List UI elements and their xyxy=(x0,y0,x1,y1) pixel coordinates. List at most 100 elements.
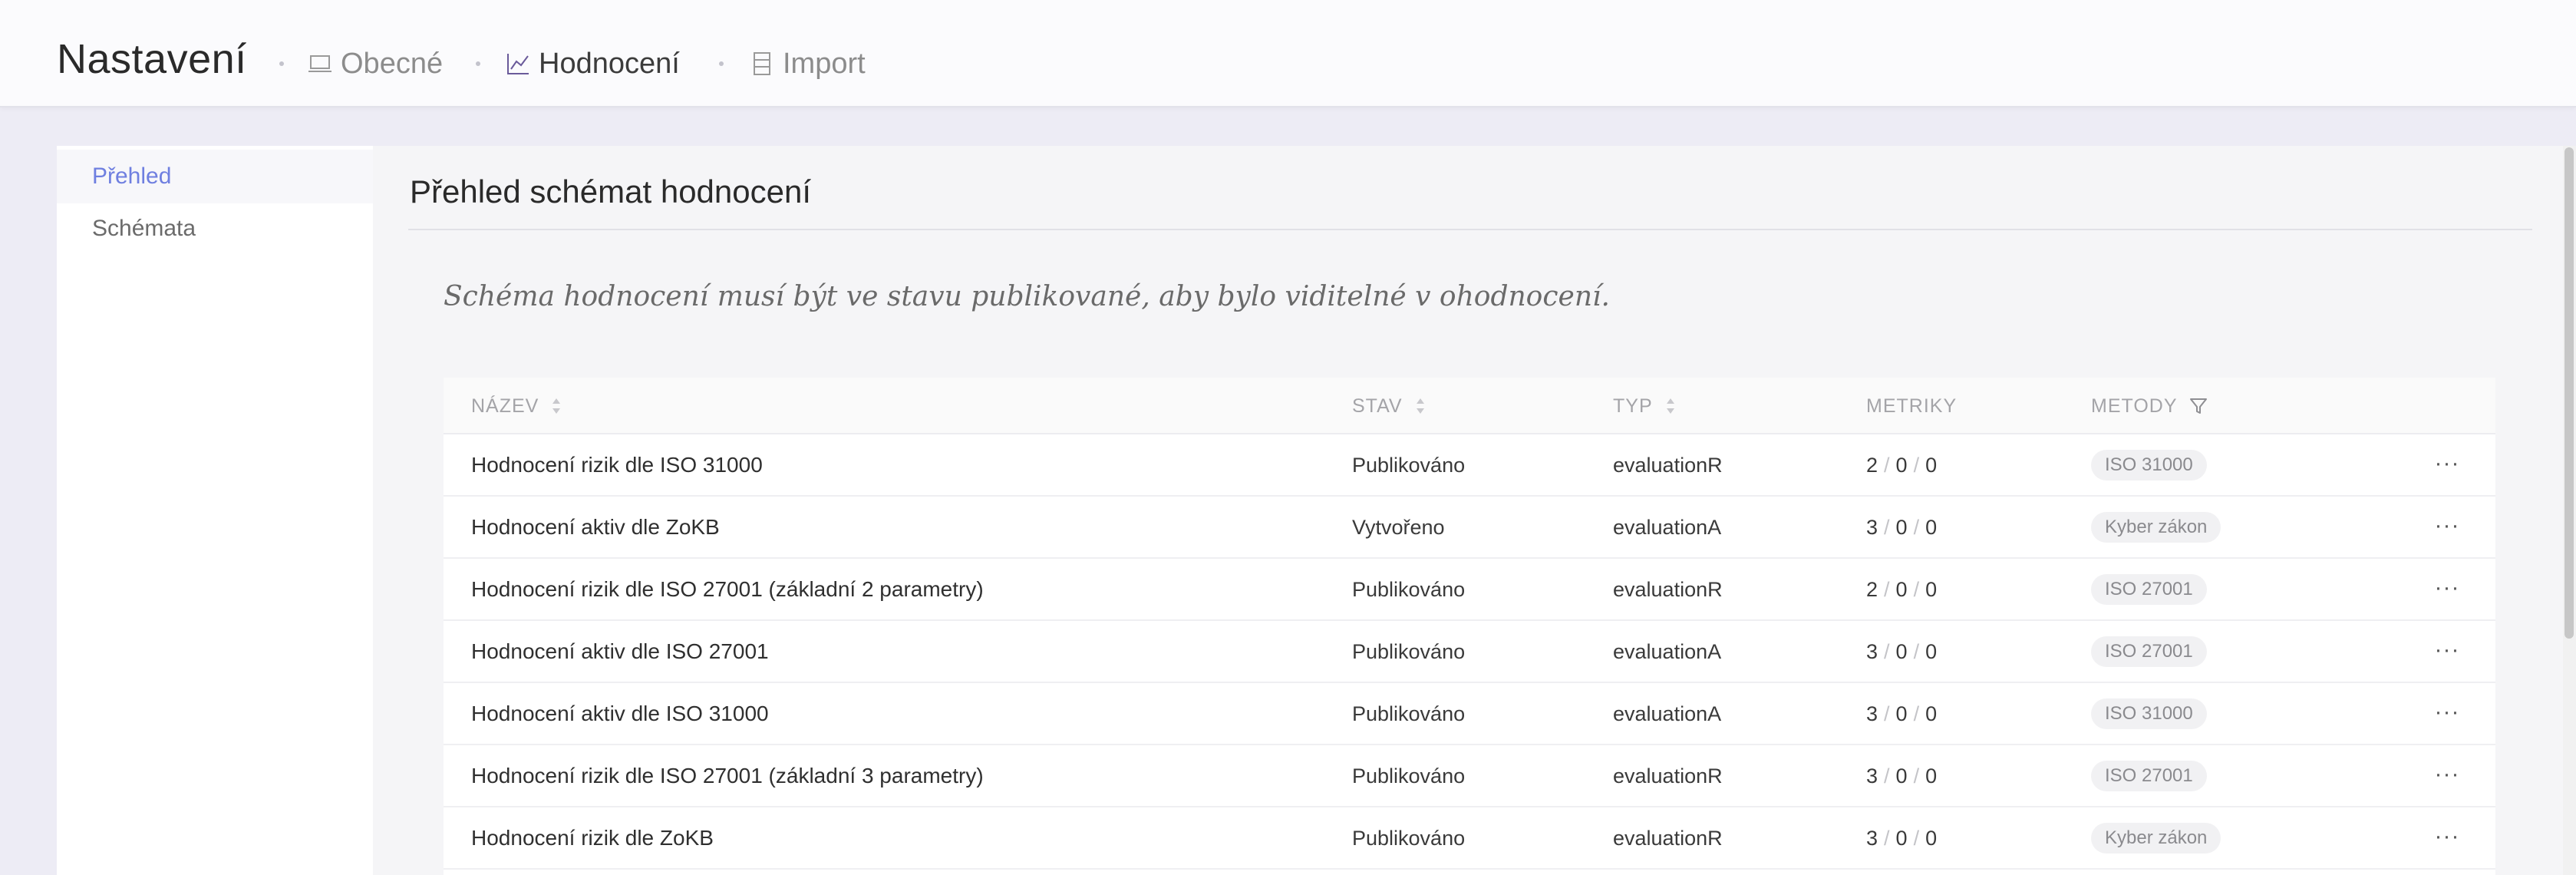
table-row[interactable]: Hodnocení rizik dle ZoKB Publikováno evalu… xyxy=(444,807,2495,870)
table-row[interactable]: Hodnocení rizik dle ISO 27001 (základní … xyxy=(444,559,2495,621)
metric-separator: / xyxy=(1884,702,1890,725)
cell-metrics: 3/0/0 xyxy=(1866,683,1937,745)
column-header-metrics: METRIKY xyxy=(1866,378,1957,434)
metric-value: 3 xyxy=(1866,640,1878,663)
server-icon xyxy=(754,52,770,75)
table-header: NÁZEV STAV TYP METRIKY METODY xyxy=(444,378,2495,434)
nav-tab-hodnoceni[interactable]: Hodnocení xyxy=(505,45,680,83)
column-header-status[interactable]: STAV xyxy=(1352,378,1426,434)
line-chart-icon xyxy=(507,54,529,74)
more-actions-button[interactable]: ··· xyxy=(2428,434,2466,496)
more-actions-button[interactable]: ··· xyxy=(2428,683,2466,745)
metric-separator: / xyxy=(1913,827,1920,850)
metric-value: 2 xyxy=(1866,578,1878,601)
column-header-label: METODY xyxy=(2091,395,2178,417)
title-divider xyxy=(408,229,2532,230)
table-row[interactable]: Hodnocení aktiv dle ISO 27001 Publikováno… xyxy=(444,621,2495,683)
cell-type: evaluationR xyxy=(1613,578,1723,601)
sort-icon[interactable] xyxy=(1415,395,1426,417)
cell-name[interactable]: Hodnocení aktiv dle ISO 27001 xyxy=(471,621,769,682)
more-actions-button[interactable]: ··· xyxy=(2428,621,2466,682)
method-tag: ISO 27001 xyxy=(2091,636,2207,667)
metric-value: 0 xyxy=(1895,702,1908,725)
metric-separator: / xyxy=(1913,578,1920,601)
metric-separator: / xyxy=(1884,764,1890,788)
cell-type: evaluationR xyxy=(1613,454,1723,477)
more-actions-button[interactable]: ··· xyxy=(2428,497,2466,558)
metric-separator: / xyxy=(1884,516,1890,539)
cell-name[interactable]: Hodnocení aktiv dle ZoKB xyxy=(471,497,720,558)
metric-separator: / xyxy=(1884,827,1890,850)
sidebar-item-prehled[interactable]: Přehled xyxy=(57,150,373,203)
metric-value: 0 xyxy=(1895,454,1908,477)
metric-separator: / xyxy=(1884,640,1890,663)
metric-separator: / xyxy=(1884,578,1890,601)
nav-tab-obecne[interactable]: Obecné xyxy=(307,45,443,83)
table-row[interactable]: Hodnocení aktiv dle ISO 31000 Publikováno… xyxy=(444,683,2495,745)
schemes-table: NÁZEV STAV TYP METRIKY METODY Hodnocení … xyxy=(444,378,2495,875)
nav-separator xyxy=(279,61,284,66)
scrollbar-thumb[interactable] xyxy=(2564,147,2574,639)
table-row[interactable]: Hodnocení rizik dle ISO 27001 (základní … xyxy=(444,745,2495,807)
cell-name[interactable]: Hodnocení rizik dle ISO 27001 (základní … xyxy=(471,559,984,620)
cell-name[interactable]: Hodnocení rizik dle ISO 31000 xyxy=(471,434,763,496)
metric-separator: / xyxy=(1913,640,1920,663)
method-tag: ISO 31000 xyxy=(2091,450,2207,480)
metric-value: 0 xyxy=(1895,578,1908,601)
cell-status: Publikováno xyxy=(1352,702,1466,725)
cell-status: Publikováno xyxy=(1352,578,1466,601)
metric-value: 3 xyxy=(1866,516,1878,539)
table-row[interactable]: Hodnocení aktiv dle ZoKB Vytvořeno evaluat… xyxy=(444,497,2495,559)
cell-status: Publikováno xyxy=(1352,827,1466,850)
cell-type: evaluationA xyxy=(1613,640,1722,663)
column-header-label: TYP xyxy=(1613,395,1653,417)
cell-type: evaluationA xyxy=(1613,516,1722,539)
more-actions-button[interactable]: ··· xyxy=(2428,559,2466,620)
cell-type: evaluationR xyxy=(1613,764,1723,788)
column-header-methods[interactable]: METODY xyxy=(2091,378,2208,434)
cell-metrics: 2/0/0 xyxy=(1866,559,1937,620)
nav-tab-label: Import xyxy=(783,47,866,80)
metric-value: 0 xyxy=(1925,827,1938,850)
top-header: Nastavení Obecné Hodnocení Import xyxy=(0,0,2576,107)
cell-name[interactable]: Hodnocení rizik dle ISO 27001 (základní … xyxy=(471,745,984,807)
nav-separator xyxy=(476,61,480,66)
table-row[interactable]: Hodnocení rizik dle ISO 31000 Publikováno… xyxy=(444,434,2495,497)
page-title: Přehled schémat hodnocení xyxy=(410,173,812,210)
column-header-label: NÁZEV xyxy=(471,395,539,417)
metric-value: 0 xyxy=(1925,454,1938,477)
more-actions-button[interactable]: ··· xyxy=(2428,807,2466,869)
metric-value: 0 xyxy=(1925,764,1938,788)
sort-icon[interactable] xyxy=(551,395,562,417)
nav-tab-label: Obecné xyxy=(341,47,444,80)
metric-value: 3 xyxy=(1866,764,1878,788)
nav-separator xyxy=(719,61,724,66)
sidebar: Přehled Schémata xyxy=(57,146,373,875)
sidebar-item-schemata[interactable]: Schémata xyxy=(57,202,373,256)
metric-value: 0 xyxy=(1925,640,1938,663)
method-tag: Kyber zákon xyxy=(2091,512,2221,543)
column-header-name[interactable]: NÁZEV xyxy=(471,378,562,434)
metric-value: 0 xyxy=(1895,516,1908,539)
method-tag: ISO 31000 xyxy=(2091,698,2207,729)
cell-metrics: 3/0/0 xyxy=(1866,621,1937,682)
column-header-label: STAV xyxy=(1352,395,1403,417)
metric-separator: / xyxy=(1913,702,1920,725)
cell-metrics: 3/0/0 xyxy=(1866,497,1937,558)
cell-name[interactable]: Hodnocení aktiv dle ISO 31000 xyxy=(471,683,769,745)
cell-name[interactable]: Hodnocení rizik dle ZoKB xyxy=(471,807,714,869)
metric-value: 2 xyxy=(1866,454,1878,477)
metric-value: 0 xyxy=(1925,702,1938,725)
metric-value: 3 xyxy=(1866,827,1878,850)
method-tag: ISO 27001 xyxy=(2091,574,2207,605)
column-header-type[interactable]: TYP xyxy=(1613,378,1676,434)
metric-separator: / xyxy=(1913,764,1920,788)
metric-value: 0 xyxy=(1925,516,1938,539)
nav-tab-import[interactable]: Import xyxy=(749,45,866,83)
filter-icon[interactable] xyxy=(2188,396,2208,416)
more-actions-button[interactable]: ··· xyxy=(2428,745,2466,807)
cell-status: Vytvořeno xyxy=(1352,516,1445,539)
cell-status: Publikováno xyxy=(1352,454,1466,477)
cell-metrics: 3/0/0 xyxy=(1866,807,1937,869)
sort-icon[interactable] xyxy=(1665,395,1676,417)
